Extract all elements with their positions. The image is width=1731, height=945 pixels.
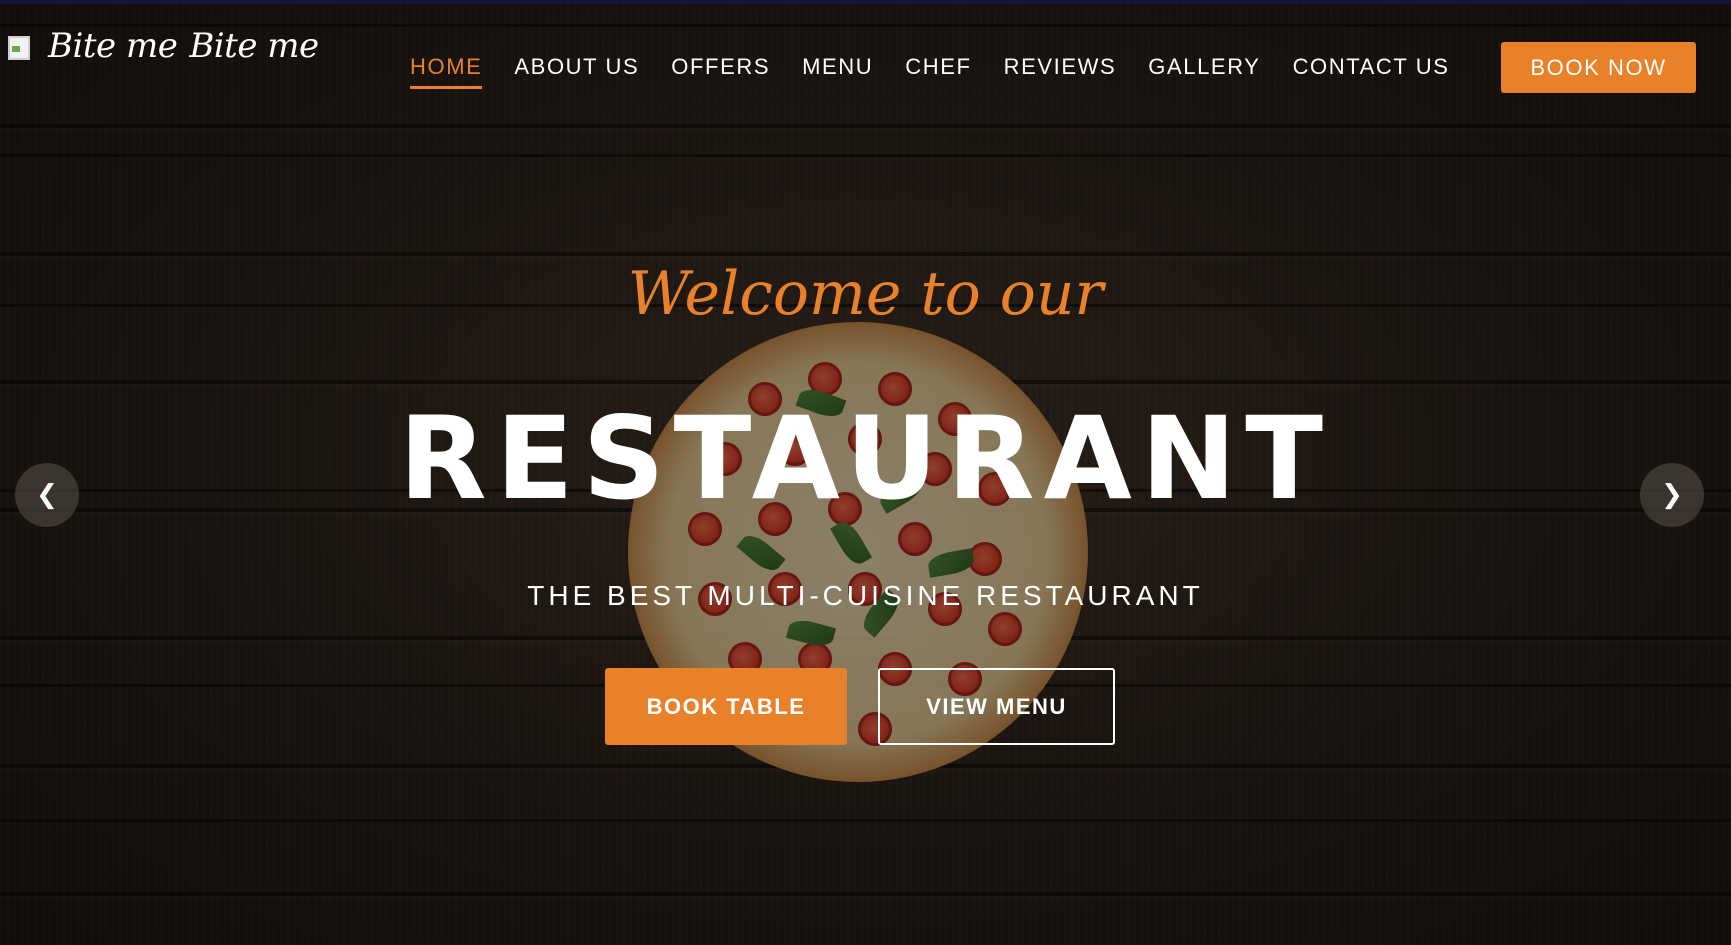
logo-text: Bite me: [189, 26, 319, 66]
broken-image-icon: [8, 34, 32, 60]
chevron-left-icon: ❮: [36, 480, 58, 510]
nav-item-reviews[interactable]: REVIEWS: [1004, 54, 1117, 89]
slider-next-button[interactable]: ❯: [1640, 463, 1704, 527]
book-table-button[interactable]: BOOK TABLE: [605, 668, 847, 745]
slider-prev-button[interactable]: ❮: [15, 463, 79, 527]
hero-subtitle: THE BEST MULTI-CUISINE RESTAURANT: [527, 580, 1204, 611]
main-nav: HOME ABOUT US OFFERS MENU CHEF REVIEWS G…: [410, 54, 1450, 89]
book-now-button[interactable]: BOOK NOW: [1501, 42, 1696, 93]
nav-item-chef[interactable]: CHEF: [905, 54, 971, 89]
hero-welcome-text: Welcome to our: [627, 259, 1104, 329]
nav-item-about-us[interactable]: ABOUT US: [514, 54, 639, 89]
nav-item-gallery[interactable]: GALLERY: [1148, 54, 1260, 89]
logo-alt-text: Bite me: [48, 26, 178, 66]
nav-item-offers[interactable]: OFFERS: [671, 54, 770, 89]
nav-item-contact-us[interactable]: CONTACT US: [1293, 54, 1450, 89]
nav-item-home[interactable]: HOME: [410, 54, 483, 89]
nav-item-menu[interactable]: MENU: [802, 54, 873, 89]
chevron-right-icon: ❯: [1661, 480, 1683, 510]
hero-title: RESTAURANT: [398, 392, 1333, 525]
logo[interactable]: Bite me Bite me: [8, 26, 319, 66]
hero-slider: Welcome to our RESTAURANT THE BEST MULTI…: [0, 4, 1731, 945]
view-menu-button[interactable]: VIEW MENU: [878, 668, 1115, 745]
